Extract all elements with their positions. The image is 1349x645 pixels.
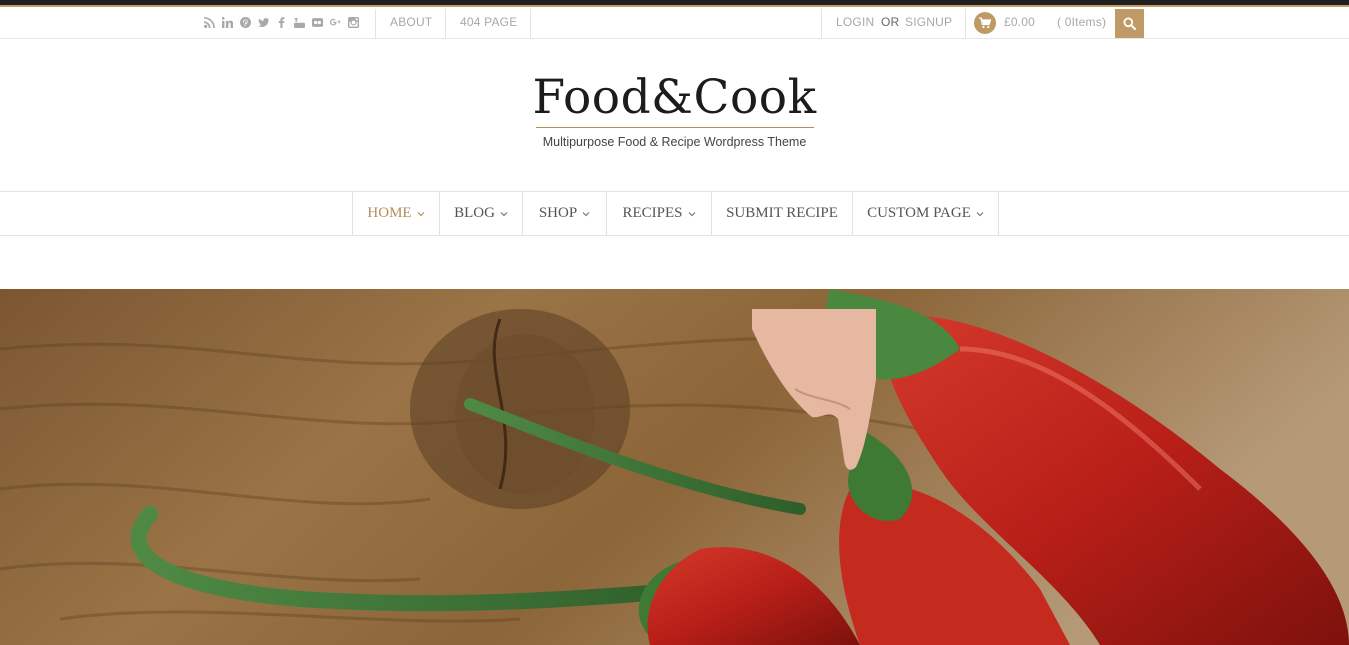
404-page-link[interactable]: 404 PAGE	[460, 15, 517, 29]
nav-item-label: CUSTOM PAGE	[867, 205, 971, 221]
chevron-down-icon	[417, 210, 425, 218]
divider	[965, 9, 966, 38]
search-icon	[1123, 17, 1136, 30]
cart-total[interactable]: £0.00	[1004, 15, 1035, 29]
hero-image	[0, 289, 1349, 645]
chevron-down-icon	[500, 210, 508, 218]
nav-item-label: RECIPES	[622, 205, 683, 221]
youtube-icon[interactable]	[292, 16, 307, 29]
divider	[530, 9, 531, 38]
site-title[interactable]: Food&Cook	[0, 70, 1349, 125]
instagram-icon[interactable]	[346, 16, 361, 29]
pinterest-icon[interactable]	[238, 16, 253, 29]
or-text: OR	[881, 15, 900, 29]
nav-item-custom-page[interactable]: CUSTOM PAGE	[853, 192, 999, 235]
twitter-icon[interactable]	[256, 16, 271, 29]
nav-item-label: BLOG	[454, 205, 495, 221]
about-link[interactable]: ABOUT	[390, 15, 432, 29]
nav-item-recipes[interactable]: RECIPES	[607, 192, 712, 235]
nav-item-submit-recipe[interactable]: SUBMIT RECIPE	[712, 192, 853, 235]
social-links	[202, 16, 361, 29]
site-tagline: Multipurpose Food & Recipe Wordpress The…	[542, 135, 807, 149]
divider	[821, 9, 822, 38]
google-plus-icon[interactable]	[328, 16, 343, 29]
cart-icon[interactable]	[974, 12, 996, 34]
main-nav: HOME BLOG SHOP RECIPES SUBMIT RECIPE CUS…	[352, 192, 999, 235]
nav-item-label: SHOP	[538, 205, 578, 221]
facebook-icon[interactable]	[274, 16, 289, 29]
login-link[interactable]: LOGIN	[836, 15, 874, 29]
logo-underline	[536, 127, 814, 128]
search-button[interactable]	[1115, 9, 1144, 38]
nav-item-blog[interactable]: BLOG	[440, 192, 523, 235]
chevron-down-icon	[688, 210, 696, 218]
nav-item-home[interactable]: HOME	[353, 192, 440, 235]
nav-item-label: SUBMIT RECIPE	[726, 205, 838, 221]
divider	[375, 9, 376, 38]
divider	[445, 9, 446, 38]
rss-icon[interactable]	[202, 16, 217, 29]
top-bar: ABOUT 404 PAGE LOGIN OR SIGNUP £0.00 ( 0…	[0, 7, 1349, 39]
main-nav-bar: HOME BLOG SHOP RECIPES SUBMIT RECIPE CUS…	[0, 191, 1349, 236]
flickr-icon[interactable]	[310, 16, 325, 29]
nav-item-shop[interactable]: SHOP	[523, 192, 607, 235]
signup-link[interactable]: SIGNUP	[905, 15, 952, 29]
nav-item-label: HOME	[367, 205, 412, 221]
chevron-down-icon	[976, 210, 984, 218]
chevron-down-icon	[582, 210, 590, 218]
cart-items[interactable]: ( 0Items)	[1057, 15, 1106, 29]
linkedin-icon[interactable]	[220, 16, 235, 29]
